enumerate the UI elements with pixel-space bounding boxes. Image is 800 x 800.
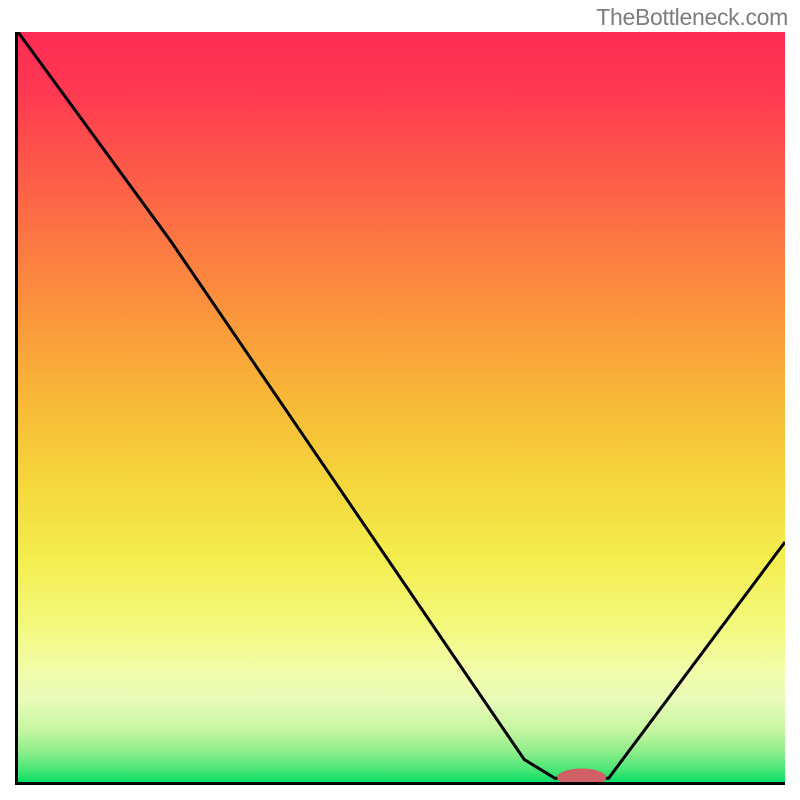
- plot-frame: [15, 32, 785, 785]
- chart-container: TheBottleneck.com: [0, 0, 800, 800]
- watermark-text: TheBottleneck.com: [596, 4, 788, 31]
- optimal-marker: [557, 769, 606, 785]
- bottleneck-curve: [18, 32, 785, 778]
- curve-layer: [18, 32, 785, 782]
